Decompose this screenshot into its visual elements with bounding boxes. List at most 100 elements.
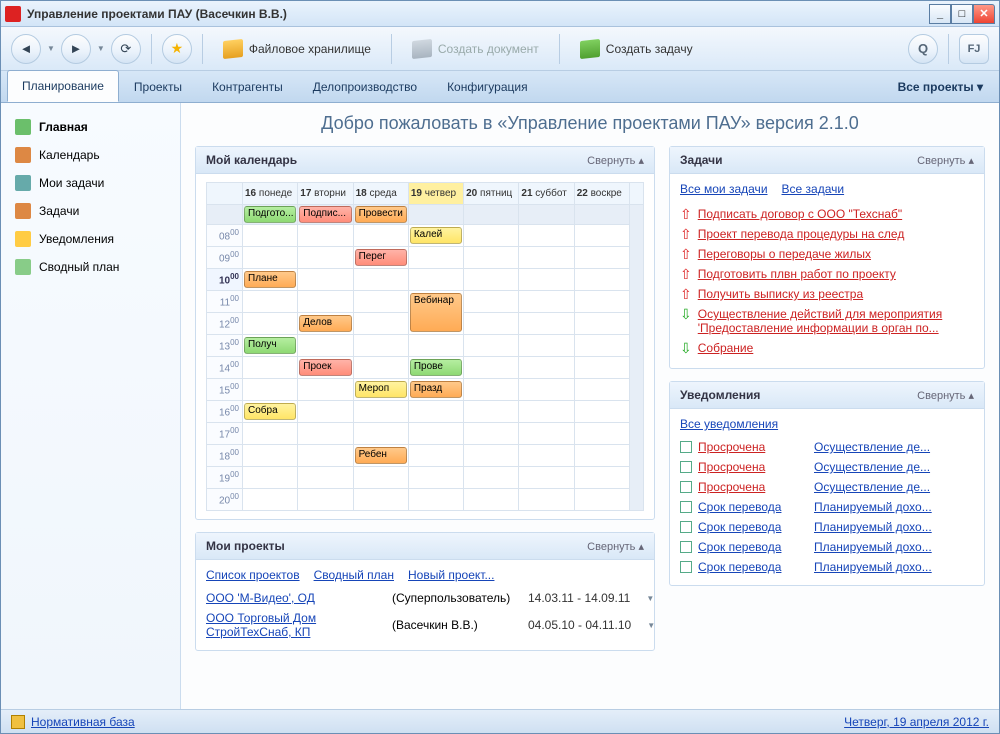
create-task-button[interactable]: Создать задачу	[570, 36, 703, 62]
notification-checkbox[interactable]	[680, 501, 692, 513]
tasks-collapse[interactable]: Свернуть ▴	[917, 154, 974, 167]
sidebar-item-0[interactable]: Главная	[7, 113, 174, 141]
status-date[interactable]: Четверг, 19 апреля 2012 г.	[844, 715, 989, 729]
cal-scrollbar[interactable]	[630, 205, 644, 511]
tasks-title: Задачи	[680, 153, 917, 167]
nav-label: Уведомления	[39, 232, 114, 246]
maximize-button[interactable]: □	[951, 4, 973, 24]
projects-collapse[interactable]: Свернуть ▴	[587, 540, 644, 553]
day-header[interactable]: 22 воскре	[574, 183, 629, 205]
notification-link[interactable]: Осуществление де...	[814, 480, 974, 494]
sidebar-item-2[interactable]: Мои задачи	[7, 169, 174, 197]
notification-link[interactable]: Планируемый дохо...	[814, 500, 974, 514]
notification-status[interactable]: Просрочена	[698, 460, 808, 474]
notification-status[interactable]: Просрочена	[698, 440, 808, 454]
notification-status[interactable]: Срок перевода	[698, 540, 808, 554]
task-link[interactable]: Подготовить плвн работ по проекту	[698, 267, 974, 281]
cal-event[interactable]: Собра	[244, 403, 296, 420]
search-button[interactable]: Q	[908, 34, 938, 64]
project-link-plan[interactable]: Сводный план	[314, 568, 394, 582]
cal-event[interactable]: Мероп	[355, 381, 407, 398]
cal-event[interactable]: Делов	[299, 315, 351, 332]
notification-status[interactable]: Срок перевода	[698, 500, 808, 514]
task-link[interactable]: Собрание	[698, 341, 974, 355]
sidebar-item-1[interactable]: Календарь	[7, 141, 174, 169]
tab-planning[interactable]: Планирование	[7, 70, 119, 102]
day-header[interactable]: 21 суббот	[519, 183, 574, 205]
notification-checkbox[interactable]	[680, 521, 692, 533]
project-name[interactable]: ООО Торговый Дом СтройТехСнаб, КП	[206, 611, 386, 639]
cal-event[interactable]: Провести	[355, 206, 407, 223]
sidebar-item-5[interactable]: Сводный план	[7, 253, 174, 281]
day-header[interactable]: 17 вторни	[298, 183, 353, 205]
cal-event[interactable]: Получ	[244, 337, 296, 354]
home-button[interactable]: ★	[162, 34, 192, 64]
function-button[interactable]: FJ	[959, 34, 989, 64]
calendar-collapse[interactable]: Свернуть ▴	[587, 154, 644, 167]
cal-event[interactable]: Плане	[244, 271, 296, 288]
cal-event[interactable]: Празд	[410, 381, 462, 398]
cal-event[interactable]: Подпис...	[299, 206, 351, 223]
tab-contractors[interactable]: Контрагенты	[197, 71, 298, 102]
notification-link[interactable]: Планируемый дохо...	[814, 540, 974, 554]
project-name[interactable]: ООО 'М-Видео', ОД	[206, 591, 386, 605]
notifications-collapse[interactable]: Свернуть ▴	[917, 389, 974, 402]
cal-event[interactable]: Ребен	[355, 447, 407, 464]
notification-checkbox[interactable]	[680, 441, 692, 453]
day-header[interactable]: 19 четвер	[408, 183, 463, 205]
tab-docflow[interactable]: Делопроизводство	[298, 71, 432, 102]
close-button[interactable]: ✕	[973, 4, 995, 24]
all-notifications-link[interactable]: Все уведомления	[680, 417, 778, 431]
notification-status[interactable]: Просрочена	[698, 480, 808, 494]
nav-icon	[15, 203, 31, 219]
back-menu-icon[interactable]: ▼	[47, 44, 55, 53]
cal-event[interactable]: Подгото...	[244, 206, 296, 223]
task-link[interactable]: Переговоры о передаче жилых	[698, 247, 974, 261]
back-button[interactable]: ◄	[11, 34, 41, 64]
notification-checkbox[interactable]	[680, 541, 692, 553]
notification-link[interactable]: Осуществление де...	[814, 460, 974, 474]
refresh-button[interactable]: ⟳	[111, 34, 141, 64]
forward-button[interactable]: ►	[61, 34, 91, 64]
day-header[interactable]: 20 пятниц	[464, 183, 519, 205]
cal-event[interactable]: Перег	[355, 249, 407, 266]
sidebar-item-3[interactable]: Задачи	[7, 197, 174, 225]
task-link[interactable]: Подписать договор с ООО "Техснаб"	[698, 207, 974, 221]
task-link[interactable]: Осуществление действий для мероприятия '…	[698, 307, 974, 335]
project-link-new[interactable]: Новый проект...	[408, 568, 494, 582]
day-header[interactable]: 16 понеде	[243, 183, 298, 205]
normative-link[interactable]: Нормативная база	[31, 715, 135, 729]
day-header[interactable]: 18 среда	[353, 183, 408, 205]
cal-event[interactable]: Прове	[410, 359, 462, 376]
all-tasks-link[interactable]: Все задачи	[782, 182, 845, 196]
window-title: Управление проектами ПАУ (Васечкин В.В.)	[27, 7, 929, 21]
all-projects-dropdown[interactable]: Все проекты ▾	[888, 72, 993, 102]
notification-checkbox[interactable]	[680, 561, 692, 573]
project-link-list[interactable]: Список проектов	[206, 568, 300, 582]
notification-checkbox[interactable]	[680, 461, 692, 473]
notification-checkbox[interactable]	[680, 481, 692, 493]
minimize-button[interactable]: _	[929, 4, 951, 24]
nav-label: Мои задачи	[39, 176, 104, 190]
notification-status[interactable]: Срок перевода	[698, 520, 808, 534]
task-link[interactable]: Проект перевода процедуры на след	[698, 227, 974, 241]
normative-icon	[11, 715, 25, 729]
cal-event[interactable]: Калей	[410, 227, 462, 244]
create-document-button[interactable]: Создать документ	[402, 36, 549, 62]
tab-projects[interactable]: Проекты	[119, 71, 197, 102]
notification-link[interactable]: Планируемый дохо...	[814, 560, 974, 574]
cal-event[interactable]: Вебинар	[410, 293, 462, 332]
file-storage-button[interactable]: Файловое хранилище	[213, 36, 381, 62]
tab-config[interactable]: Конфигурация	[432, 71, 543, 102]
forward-menu-icon[interactable]: ▼	[97, 44, 105, 53]
notification-status[interactable]: Срок перевода	[698, 560, 808, 574]
task-row: ⇩Собрание	[680, 338, 974, 358]
sidebar-item-4[interactable]: Уведомления	[7, 225, 174, 253]
task-link[interactable]: Получить выписку из реестра	[698, 287, 974, 301]
cal-event[interactable]: Проек	[299, 359, 351, 376]
notification-row: Просрочена Осуществление де...	[680, 437, 974, 457]
project-row: ООО Торговый Дом СтройТехСнаб, КП(Васечк…	[206, 608, 644, 642]
my-tasks-link[interactable]: Все мои задачи	[680, 182, 768, 196]
notification-link[interactable]: Планируемый дохо...	[814, 520, 974, 534]
notification-link[interactable]: Осуществление де...	[814, 440, 974, 454]
